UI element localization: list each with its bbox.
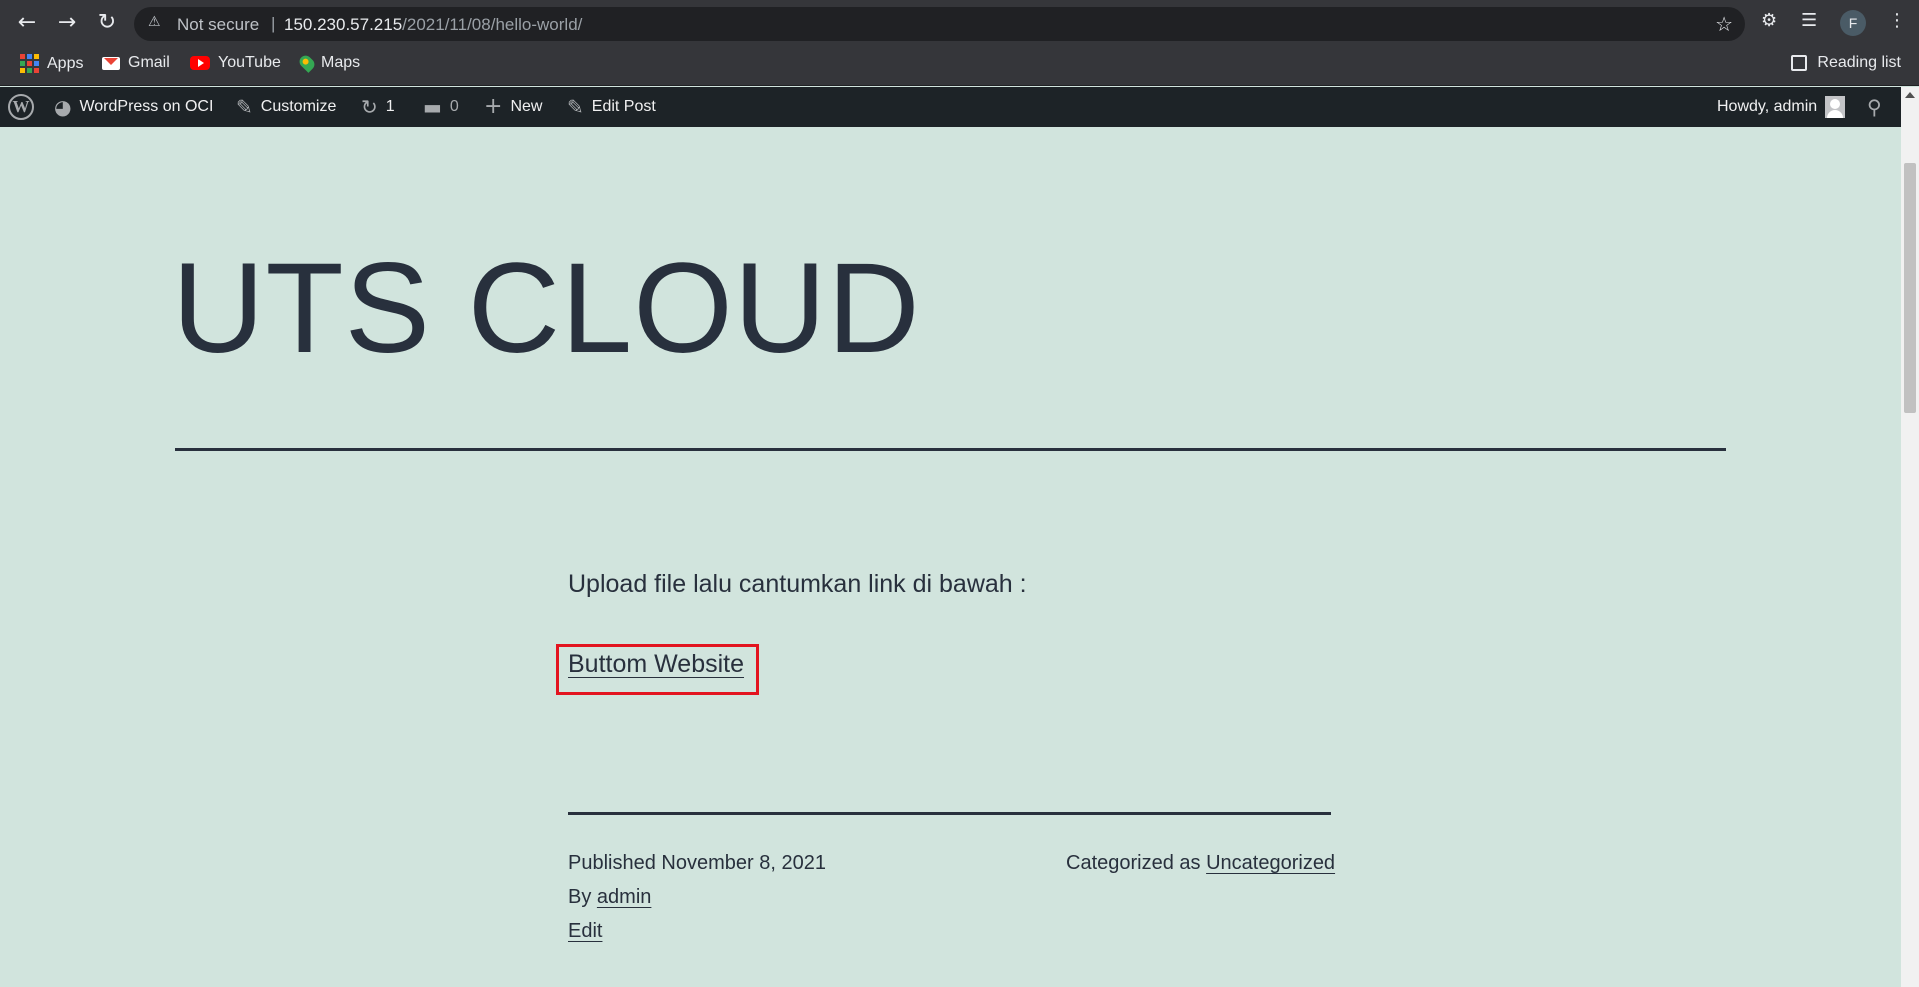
published-date: November 8, 2021 — [661, 852, 826, 874]
bookmark-label: Gmail — [128, 54, 170, 71]
bookmark-label: YouTube — [218, 54, 281, 71]
comments-count: 0 — [449, 98, 459, 115]
youtube-icon — [190, 56, 210, 70]
dashboard-icon: ◕ — [54, 95, 72, 119]
not-secure-label: Not secure — [177, 15, 260, 34]
customize-label: Customize — [260, 98, 337, 115]
howdy-label: Howdy, admin — [1717, 98, 1818, 115]
avatar — [1825, 96, 1846, 118]
bookmark-label: Maps — [321, 54, 361, 71]
site-name-label: WordPress on OCI — [79, 98, 214, 115]
my-account-menu[interactable]: Howdy, admin — [1717, 87, 1846, 127]
admin-search[interactable]: ⚲ — [1867, 87, 1882, 127]
site-title[interactable]: UTS CLOUD — [172, 232, 921, 386]
bookmark-apps[interactable]: Apps — [20, 54, 83, 73]
wp-logo-menu[interactable]: W — [8, 87, 34, 127]
reading-list-label: Reading list — [1817, 54, 1901, 71]
plus-icon: + — [484, 94, 503, 119]
author-link[interactable]: admin — [597, 886, 651, 908]
published-label: Published — [568, 852, 656, 874]
page-scrollbar[interactable] — [1901, 87, 1919, 987]
published-meta: Published November 8, 2021 — [568, 852, 826, 875]
author-meta: By admin — [568, 886, 651, 909]
bookmark-youtube[interactable]: YouTube — [190, 54, 281, 72]
scroll-up-arrow-icon[interactable] — [1905, 92, 1915, 98]
more-menu-icon[interactable]: ⋮ — [1888, 10, 1906, 31]
url-text[interactable]: 150.230.57.215/2021/11/08/hello-world/ — [284, 15, 582, 35]
profile-avatar[interactable]: F — [1840, 10, 1866, 36]
address-bar[interactable]: ⚠ Not secure | 150.230.57.215/2021/11/08… — [134, 7, 1745, 41]
edit-meta: Edit — [568, 920, 602, 943]
by-label: By — [568, 886, 592, 908]
post-footer-divider — [568, 812, 1331, 815]
search-icon: ⚲ — [1867, 95, 1882, 119]
edit-link[interactable]: Edit — [568, 920, 602, 942]
site-name-menu[interactable]: ◕ WordPress on OCI — [54, 87, 213, 127]
extensions-icon[interactable]: ⚙ — [1761, 10, 1777, 31]
post-paragraph: Upload file lalu cantumkan link di bawah… — [568, 570, 1027, 598]
category-meta: Categorized as Uncategorized — [1066, 852, 1335, 875]
header-divider — [175, 448, 1726, 451]
updates-icon: ↻ — [361, 95, 378, 119]
edit-post-label: Edit Post — [591, 98, 656, 115]
browser-toolbar: ← → ↻ ⚠ Not secure | 150.230.57.215/2021… — [0, 0, 1919, 46]
new-content-menu[interactable]: + New — [484, 87, 542, 127]
back-button[interactable]: ← — [12, 8, 42, 38]
reading-list-icon — [1791, 55, 1808, 71]
updates-count: 1 — [385, 98, 395, 115]
pencil-icon: ✎ — [567, 95, 584, 119]
wp-admin-bar: W ◕ WordPress on OCI ✎ Customize ↻ 1 ▬ 0… — [0, 87, 1901, 127]
comments-link[interactable]: ▬ 0 — [423, 87, 459, 127]
category-link[interactable]: Uncategorized — [1206, 852, 1335, 874]
apps-grid-icon — [20, 54, 39, 73]
media-queue-icon[interactable]: ☰ — [1801, 10, 1817, 31]
categorized-label: Categorized as — [1066, 852, 1201, 874]
url-host: 150.230.57.215 — [284, 15, 403, 34]
gmail-icon — [102, 56, 120, 70]
warning-icon: ⚠ — [148, 14, 161, 30]
bookmark-gmail[interactable]: Gmail — [102, 54, 170, 72]
forward-button[interactable]: → — [52, 8, 82, 38]
bookmark-maps[interactable]: Maps — [297, 53, 361, 73]
brush-icon: ✎ — [236, 95, 253, 119]
customize-link[interactable]: ✎ Customize — [236, 87, 336, 127]
buttom-website-link[interactable]: Buttom Website — [568, 650, 744, 679]
bookmarks-bar: Apps Gmail YouTube Maps Reading list — [0, 46, 1919, 86]
edit-post-link[interactable]: ✎ Edit Post — [567, 87, 656, 127]
maps-icon — [297, 53, 317, 73]
new-label: New — [510, 98, 543, 115]
wordpress-logo-icon: W — [8, 94, 34, 120]
url-path: /2021/11/08/hello-world/ — [402, 15, 583, 34]
reload-button[interactable]: ↻ — [92, 8, 122, 38]
scroll-thumb[interactable] — [1904, 163, 1916, 413]
bookmark-star-icon[interactable]: ☆ — [1715, 12, 1733, 36]
bookmark-label: Apps — [47, 54, 84, 72]
updates-link[interactable]: ↻ 1 — [361, 87, 395, 127]
reading-list-button[interactable]: Reading list — [1791, 54, 1901, 72]
separator: | — [271, 14, 276, 33]
comment-icon: ▬ — [423, 95, 442, 119]
